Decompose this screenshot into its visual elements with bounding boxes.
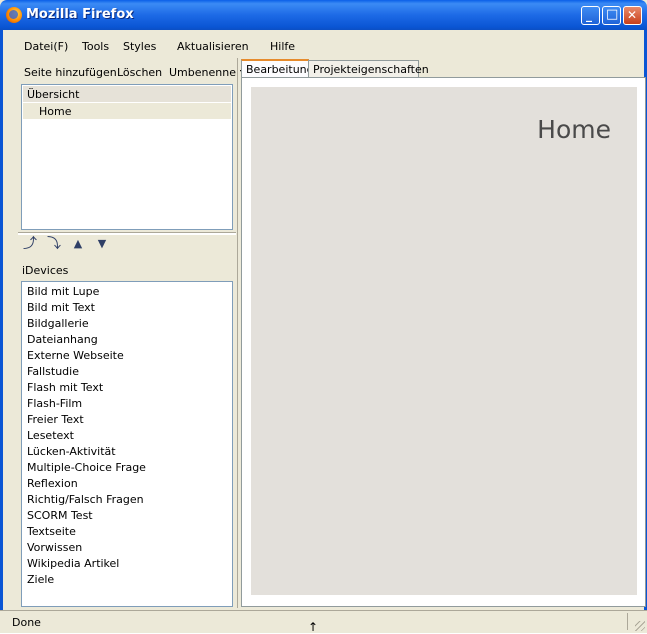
window-border-left [0,30,3,632]
tab-label: Bearbeitung [246,63,314,76]
menu-aktualisieren[interactable]: Aktualisieren [177,40,249,53]
title-bar[interactable]: Mozilla Firefox _ □ ✕ [0,0,647,30]
close-button[interactable]: ✕ [623,6,642,25]
menu-styles[interactable]: Styles [123,40,156,53]
list-item[interactable]: Richtig/Falsch Fragen [27,492,146,508]
tab-projekteigenschaften[interactable]: Projekteigenschaften [308,60,429,77]
list-item[interactable]: Dateianhang [27,332,146,348]
outline-header[interactable]: Übersicht [23,86,231,102]
outline-item-home[interactable]: Home [23,103,231,119]
menu-datei[interactable]: Datei(F) [24,40,68,53]
status-text: Done [12,616,41,629]
status-separator [627,613,628,630]
panel-splitter[interactable] [18,232,236,235]
tab-bearbeitung[interactable]: Bearbeitung [241,59,314,78]
demote-icon[interactable]: ⤵ [46,236,62,252]
idevices-items: Bild mit Lupe Bild mit Text Bildgallerie Da… [27,284,146,588]
maximize-icon: □ [606,7,619,22]
list-item[interactable]: Bildgallerie [27,316,146,332]
page-canvas[interactable]: Home [251,87,637,595]
maximize-button[interactable]: □ [602,6,621,25]
list-item[interactable]: Bild mit Text [27,300,146,316]
idevices-list[interactable]: Bild mit Lupe Bild mit Text Bildgallerie Da… [21,281,233,607]
promote-icon[interactable]: ⤴ [22,236,38,252]
outline-tree[interactable]: Übersicht Home [21,84,233,230]
minimize-icon: _ [586,8,592,22]
outline-item-label: Home [39,105,72,118]
list-item[interactable]: Bild mit Lupe [27,284,146,300]
list-item[interactable]: Flash-Film [27,396,146,412]
menu-tools[interactable]: Tools [82,40,109,53]
close-icon: ✕ [627,8,638,22]
page-title: Home [537,115,611,144]
status-bar: Done [0,610,647,633]
idevices-label: iDevices [22,264,69,277]
list-item[interactable]: Fallstudie [27,364,146,380]
list-item[interactable]: Freier Text [27,412,146,428]
list-item[interactable]: Reflexion [27,476,146,492]
list-item[interactable]: Flash mit Text [27,380,146,396]
tab-label: Projekteigenschaften [313,63,429,76]
outline-header-label: Übersicht [27,88,80,101]
list-item[interactable]: Multiple-Choice Frage [27,460,146,476]
list-item[interactable]: Textseite [27,524,146,540]
move-down-icon[interactable]: ▼ [94,236,110,252]
application-window: Mozilla Firefox _ □ ✕ Datei(F) Tools Sty… [0,0,647,634]
list-item[interactable]: SCORM Test [27,508,146,524]
menu-bar: Datei(F) Tools Styles Aktualisieren Hilf… [0,36,647,56]
delete-page-button[interactable]: Löschen [117,66,162,79]
list-item[interactable]: Vorwissen [27,540,146,556]
resize-grip-icon[interactable] [635,621,645,631]
rename-page-button[interactable]: Umbenennen [169,66,243,79]
list-item[interactable]: Wikipedia Artikel [27,556,146,572]
menu-hilfe[interactable]: Hilfe [270,40,295,53]
minimize-button[interactable]: _ [581,6,600,25]
list-item[interactable]: Externe Webseite [27,348,146,364]
window-title: Mozilla Firefox [26,7,134,22]
list-item[interactable]: Ziele [27,572,146,588]
add-page-button[interactable]: Seite hinzufügen [24,66,117,79]
list-item[interactable]: Lesetext [27,428,146,444]
move-up-icon[interactable]: ▲ [70,236,86,252]
list-item[interactable]: Lücken-Aktivität [27,444,146,460]
vertical-splitter[interactable] [237,58,240,608]
firefox-logo-icon [6,7,22,23]
